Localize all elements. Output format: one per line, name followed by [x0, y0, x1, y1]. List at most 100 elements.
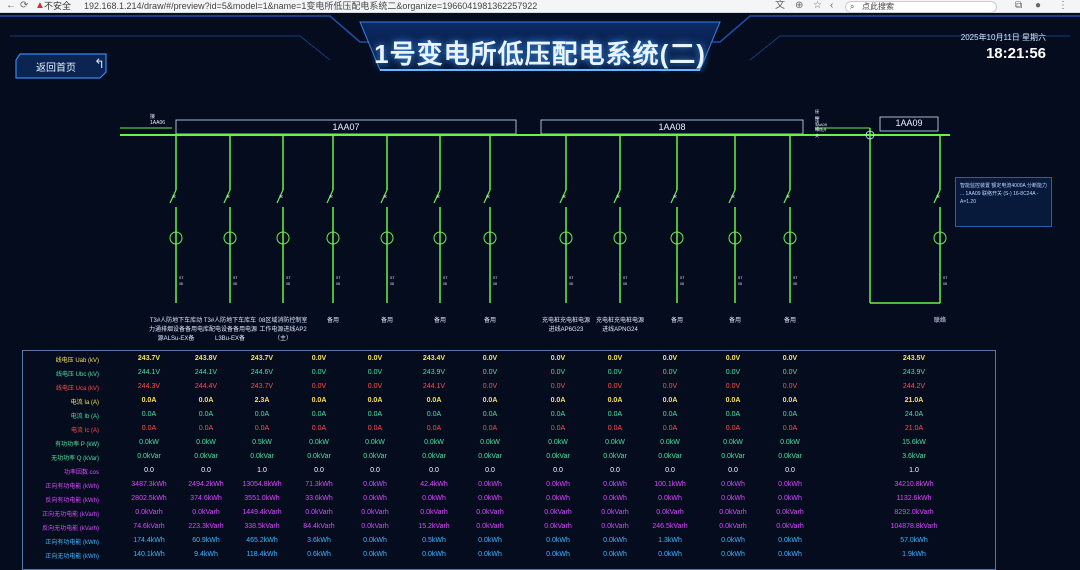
switch-mark: × — [329, 194, 333, 201]
date-label: 2025年10月11日 星期六 — [960, 33, 1046, 42]
feeder-meter-text: ST — [336, 276, 341, 280]
table-cell: 0.0kVarh — [192, 509, 220, 516]
avatar[interactable]: ● — [1035, 0, 1041, 12]
table-cell: 0.0A — [482, 411, 498, 418]
bus-label-1aa07: 1AA07 — [332, 122, 360, 132]
row-label: 正向无功电能 (kWh) — [45, 554, 99, 560]
feeder-meter-text: ST — [286, 276, 291, 280]
table-cell: 34210.8kWh — [894, 481, 934, 488]
table-cell: 0.0kWh — [778, 537, 802, 544]
table-cell: 0.0A — [426, 425, 442, 432]
table-cell: 243.5V — [902, 355, 926, 362]
table-cell: 3.6kVar — [902, 453, 926, 460]
table-cell: 0.0kWh — [363, 481, 387, 488]
table-cell: 42.4kWh — [420, 481, 448, 488]
favorite-icon[interactable]: ☆ — [813, 0, 822, 12]
switch-mark: × — [731, 194, 735, 201]
table-cell: 0.0A — [607, 425, 623, 432]
switch-mark: × — [383, 194, 387, 201]
table-cell: 0.0A — [725, 397, 741, 404]
table-cell: 0.0kWh — [778, 551, 802, 558]
table-cell: 0.0 — [429, 467, 439, 474]
table-cell: 0.0A — [782, 411, 798, 418]
security-label: 不安全 — [44, 1, 72, 11]
table-cell: 0.0kVar — [250, 453, 274, 460]
bus-side-left: 接1AA06 — [150, 114, 166, 126]
table-cell: 0.0 — [728, 467, 738, 474]
table-cell: 21.0A — [904, 397, 924, 404]
feeder-meter-text: ST — [493, 276, 498, 280]
switch-mark: × — [279, 194, 283, 201]
table-cell: 0.0kVar — [478, 453, 502, 460]
table-cell: 0.0A — [725, 411, 741, 418]
nav-back-icon[interactable]: ‹ — [830, 0, 833, 12]
table-cell: 15.6kW — [902, 439, 926, 446]
back-home-button[interactable]: 返回首页 ↰ — [14, 52, 110, 79]
table-cell: 174.4kWh — [133, 537, 165, 544]
feeder-meter-text: ST — [943, 276, 948, 280]
url-bar[interactable]: 192.168.1.214/draw/#/preview?id=5&model=… — [84, 0, 537, 12]
table-cell: 0.0kVarh — [776, 509, 804, 516]
table-cell: 2802.5kWh — [131, 495, 167, 502]
table-cell: 3487.3kWh — [131, 481, 167, 488]
table-cell: 0.0V — [367, 383, 383, 390]
table-cell: 1449.4kVarh — [242, 509, 282, 516]
table-cell: 0.0A — [311, 397, 327, 404]
table-cell: 0.0V — [311, 383, 327, 390]
switch-mark: × — [616, 194, 620, 201]
table-cell: 0.0kWh — [658, 495, 682, 502]
table-cell: 465.2kWh — [246, 537, 278, 544]
table-cell: 0.0kWh — [603, 551, 627, 558]
table-cell: 2494.2kWh — [188, 481, 224, 488]
row-label: 正向有功电能 (kWh) — [45, 540, 99, 546]
table-cell: 0.0kWh — [546, 495, 570, 502]
table-cell: 0.0kWh — [363, 551, 387, 558]
table-cell: 0.0A — [662, 397, 678, 404]
row-label: 线电压 Uab (kV) — [55, 358, 99, 364]
zoom-icon[interactable]: ⊕ — [795, 0, 803, 12]
table-cell: 0.0V — [550, 383, 566, 390]
translate-icon[interactable]: 文 — [775, 0, 785, 12]
table-cell: 0.0A — [141, 397, 157, 404]
table-cell: 0.0A — [782, 397, 798, 404]
table-cell: 0.0 — [144, 467, 154, 474]
table-cell: 244.4V — [194, 383, 218, 390]
table-cell: 0.0 — [370, 467, 380, 474]
table-cell: 0.0kWh — [546, 481, 570, 488]
return-icon: ↰ — [94, 56, 105, 71]
table-cell: 0.0kVar — [603, 453, 627, 460]
header: 1号变电所低压配电系统(二) 2025年10月11日 星期六 18:21:56 — [0, 12, 1080, 92]
back-icon[interactable]: ← — [6, 0, 16, 12]
feeder-label: 备用 — [783, 318, 796, 324]
row-label: 功率因数 cos — [63, 470, 99, 476]
table-cell: 0.0kVar — [422, 453, 446, 460]
table-cell: 243.7V — [137, 355, 161, 362]
row-label: 线电压 Uca (kV) — [55, 386, 99, 392]
feeder-meter-text: 08 — [569, 282, 573, 286]
table-cell: 0.0kWh — [363, 537, 387, 544]
table-cell: 0.0A — [662, 411, 678, 418]
table-cell: 0.0kVarh — [719, 523, 747, 530]
table-cell: 0.5kW — [252, 439, 272, 446]
extensions-icon[interactable]: ⧉ — [1015, 0, 1022, 12]
table-cell: 0.0A — [426, 397, 442, 404]
table-cell: 1132.6kWh — [896, 495, 932, 502]
feeder-meter-text: 08 — [623, 282, 627, 286]
feeder-meter-text: ST — [738, 276, 743, 280]
reload-icon[interactable]: ⟳ — [20, 0, 28, 12]
feeder-meter-text: ST — [680, 276, 685, 280]
table-cell: 140.1kWh — [133, 551, 165, 558]
table-cell: 0.0A — [254, 411, 270, 418]
table-cell: 0.0A — [198, 411, 214, 418]
table-cell: 0.0V — [311, 369, 327, 376]
table-cell: 0.6kWh — [307, 551, 331, 558]
table-cell: 0.0V — [482, 355, 498, 362]
table-cell: 243.9V — [902, 369, 926, 376]
table-cell: 0.0kVarh — [361, 523, 389, 530]
menu-icon[interactable]: ⋮ — [1058, 0, 1068, 12]
row-label: 反向有功电能 (kWh) — [45, 498, 99, 504]
table-cell: 3551.0kWh — [244, 495, 280, 502]
table-cell: 104878.8kVarh — [890, 523, 938, 530]
table-cell: 0.0kVar — [778, 453, 802, 460]
table-cell: 0.0V — [607, 355, 623, 362]
